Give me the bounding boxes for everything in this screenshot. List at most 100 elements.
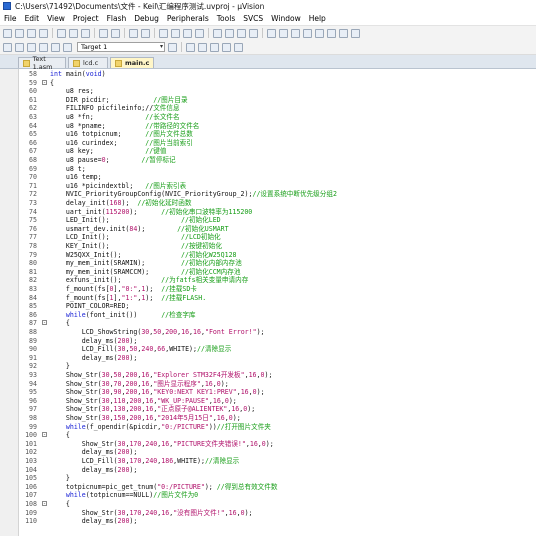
code-line[interactable]: 103 LCD_Fill(30,170,240,186,WHITE);//清除显…: [0, 457, 536, 466]
menu-peripherals[interactable]: Peripherals: [163, 14, 213, 23]
code-line[interactable]: 100- {: [0, 431, 536, 440]
fold-toggle-icon[interactable]: -: [42, 501, 47, 507]
tab-text1-asm[interactable]: Text 1.asm: [18, 55, 66, 71]
bookmark-icon[interactable]: [159, 28, 168, 38]
code-line[interactable]: 63 u8 *fn; //长文件名: [0, 113, 536, 122]
debug-start-icon[interactable]: [291, 28, 300, 38]
copy-icon[interactable]: [69, 28, 78, 38]
code-line[interactable]: 67 u8 key; //键值: [0, 147, 536, 156]
menu-flash[interactable]: Flash: [103, 14, 131, 23]
clear-bookmarks-icon[interactable]: [195, 28, 204, 38]
code-line[interactable]: 91 delay_ms(200);: [0, 354, 536, 363]
cut-icon[interactable]: [57, 28, 66, 38]
code-line[interactable]: 104 delay_ms(200);: [0, 466, 536, 475]
disable-breakpoint-icon[interactable]: [315, 28, 324, 38]
comment-icon[interactable]: [237, 28, 246, 38]
code-line[interactable]: 105 }: [0, 474, 536, 483]
menu-debug[interactable]: Debug: [130, 14, 163, 23]
code-line[interactable]: 99 while(f_opendir(&picdir,"0:/PICTURE")…: [0, 423, 536, 432]
code-line[interactable]: 96 Show_Str(30,110,200,16,"WK_UP:PAUSE",…: [0, 397, 536, 406]
code-line[interactable]: 107 while(totpicnum==NULL)//图片文件为0: [0, 491, 536, 500]
menu-help[interactable]: Help: [305, 14, 330, 23]
code-line[interactable]: 59-{: [0, 79, 536, 88]
menu-file[interactable]: File: [0, 14, 21, 23]
tab-lcd-c[interactable]: lcd.c: [68, 57, 108, 68]
tools-config-icon[interactable]: [351, 28, 360, 38]
code-line[interactable]: 86 while(font_init()) //检查字库: [0, 311, 536, 320]
code-line[interactable]: 73 delay_init(168); //初始化延时函数: [0, 199, 536, 208]
menu-window[interactable]: Window: [267, 14, 305, 23]
fold-toggle-icon[interactable]: -: [42, 79, 47, 85]
code-line[interactable]: 95 Show_Str(30,90,200,16,"KEY0:NEXT KEY1…: [0, 388, 536, 397]
uncomment-icon[interactable]: [249, 28, 258, 38]
download-icon[interactable]: [63, 42, 72, 52]
code-line[interactable]: 72 NVIC_PriorityGroupConfig(NVIC_Priorit…: [0, 190, 536, 199]
select-packs-icon[interactable]: [210, 42, 219, 52]
target-select[interactable]: Target 1 ▾: [77, 42, 165, 52]
batch-build-icon[interactable]: [39, 42, 48, 52]
code-line[interactable]: 85 POINT_COLOR=RED;: [0, 302, 536, 311]
nav-forward-icon[interactable]: [141, 28, 150, 38]
breakpoint-icon[interactable]: [303, 28, 312, 38]
fold-toggle-icon[interactable]: -: [42, 432, 47, 438]
new-file-icon[interactable]: [3, 28, 12, 38]
code-line[interactable]: 77 LCD_Init(); //LCD初始化: [0, 233, 536, 242]
kill-breakpoints-icon[interactable]: [327, 28, 336, 38]
green-pack-icon[interactable]: [234, 42, 243, 52]
code-line[interactable]: 87- {: [0, 319, 536, 328]
code-line[interactable]: 89 delay_ms(200);: [0, 337, 536, 346]
find-in-files-icon[interactable]: [267, 28, 276, 38]
find-icon[interactable]: [279, 28, 288, 38]
code-line[interactable]: 74 uart_init(115200); //初始化串口波特率为115200: [0, 208, 536, 217]
project-items-icon[interactable]: [222, 42, 231, 52]
menu-svcs[interactable]: SVCS: [239, 14, 267, 23]
menu-tools[interactable]: Tools: [213, 14, 239, 23]
code-line[interactable]: 79 W25QXX_Init(); //初始化W25Q128: [0, 251, 536, 260]
menu-project[interactable]: Project: [69, 14, 103, 23]
next-bookmark-icon[interactable]: [183, 28, 192, 38]
code-line[interactable]: 97 Show_Str(30,130,200,16,"正点原子@ALIENTEK…: [0, 405, 536, 414]
code-line[interactable]: 83 f_mount(fs[0],"0:",1); //挂载SD卡: [0, 285, 536, 294]
code-line[interactable]: 68 u8 pause=0; //暂停标记: [0, 156, 536, 165]
code-line[interactable]: 101 Show_Str(30,170,240,16,"PICTURE文件夹错误…: [0, 440, 536, 449]
target-options-icon[interactable]: [168, 42, 177, 52]
indent-icon[interactable]: [213, 28, 222, 38]
save-all-icon[interactable]: [39, 28, 48, 38]
code-line[interactable]: 62 FILINFO picfileinfo;//文件信息: [0, 104, 536, 113]
code-editor[interactable]: 58 int main(void) 59-{60 u8 res; 61 DIR pic…: [0, 69, 536, 536]
window-layout-icon[interactable]: [339, 28, 348, 38]
tab-main-c[interactable]: main.c: [110, 57, 154, 68]
code-line[interactable]: 65 u16 totpicnum; //图片文件总数: [0, 130, 536, 139]
translate-icon[interactable]: [3, 42, 12, 52]
code-line[interactable]: 93 Show_Str(30,50,200,16,"Explorer STM32…: [0, 371, 536, 380]
code-line[interactable]: 110 delay_ms(200);: [0, 517, 536, 526]
code-line[interactable]: 60 u8 res;: [0, 87, 536, 96]
code-line[interactable]: 58 int main(void): [0, 70, 536, 79]
code-line[interactable]: 80 my_mem_init(SRAMIN); //初始化内部内存池: [0, 259, 536, 268]
fold-toggle-icon[interactable]: -: [42, 320, 47, 326]
code-line[interactable]: 98 Show_Str(30,150,200,16,"2014年5月15日",1…: [0, 414, 536, 423]
code-line[interactable]: 70 u16 temp;: [0, 173, 536, 182]
open-file-icon[interactable]: [15, 28, 24, 38]
menu-view[interactable]: View: [43, 14, 69, 23]
code-line[interactable]: 84 f_mount(fs[1],"1:",1); //挂载FLASH.: [0, 294, 536, 303]
prev-bookmark-icon[interactable]: [171, 28, 180, 38]
paste-icon[interactable]: [81, 28, 90, 38]
code-line[interactable]: 92 }: [0, 362, 536, 371]
code-line[interactable]: 90 LCD_Fill(30,50,240,66,WHITE);//清除显示: [0, 345, 536, 354]
redo-icon[interactable]: [111, 28, 120, 38]
menu-edit[interactable]: Edit: [21, 14, 44, 23]
code-line[interactable]: 108- {: [0, 500, 536, 509]
code-line[interactable]: 64 u8 *pname; //带路径的文件名: [0, 122, 536, 131]
unindent-icon[interactable]: [225, 28, 234, 38]
build-icon[interactable]: [15, 42, 24, 52]
code-line[interactable]: 102 delay_ms(200);: [0, 448, 536, 457]
code-line[interactable]: 78 KEY_Init(); //按键初始化: [0, 242, 536, 251]
save-icon[interactable]: [27, 28, 36, 38]
code-line[interactable]: 109 Show_Str(30,170,240,16,"没有图片文件!",16,…: [0, 509, 536, 518]
nav-back-icon[interactable]: [129, 28, 138, 38]
code-line[interactable]: 88 LCD_ShowString(30,50,200,16,16,"Font …: [0, 328, 536, 337]
code-line[interactable]: 94 Show_Str(30,70,200,16,"图片显示程序",16,0);: [0, 380, 536, 389]
code-line[interactable]: 69 u8 t;: [0, 165, 536, 174]
code-line[interactable]: 75 LED_Init(); //初始化LED: [0, 216, 536, 225]
